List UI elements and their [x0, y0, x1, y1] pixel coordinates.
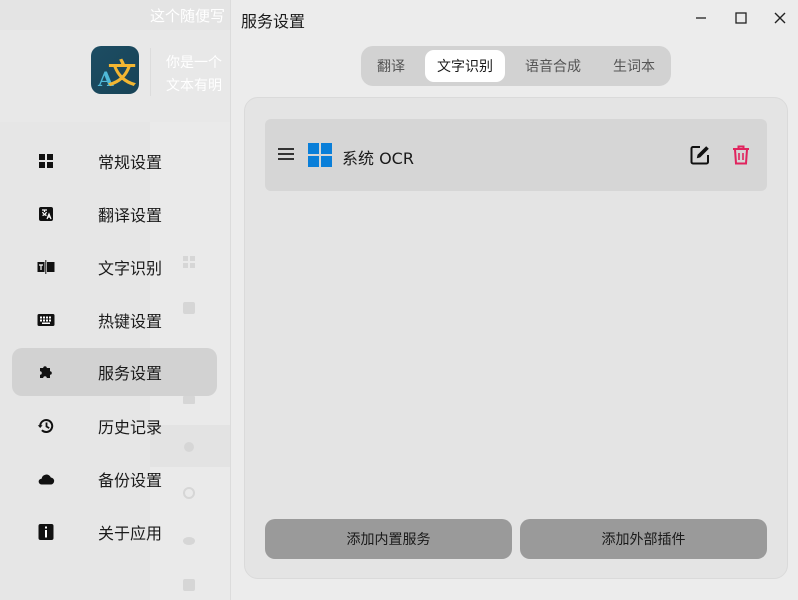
- windows-logo-icon: [308, 143, 332, 167]
- puzzle-icon: [37, 363, 55, 381]
- app-logo-character: 文: [108, 57, 137, 90]
- settings-window: 服务设置 翻译 文字识别 语音合成 生词本 系统 OCR 添加内置服务 添加外部…: [230, 0, 798, 600]
- add-builtin-service-button[interactable]: 添加内置服务: [265, 519, 512, 559]
- drag-handle-icon[interactable]: [278, 148, 294, 160]
- grid-icon: [37, 152, 55, 170]
- trash-icon: [733, 145, 749, 165]
- background-divider: [150, 48, 151, 96]
- sidebar-item-translate[interactable]: 翻译设置: [12, 187, 217, 240]
- app-logo: A 文: [91, 46, 139, 94]
- background-description: 你是一个 文本有明: [166, 52, 222, 98]
- sidebar-item-backup[interactable]: 备份设置: [12, 452, 217, 505]
- history-icon: [37, 417, 55, 435]
- sidebar-item-general[interactable]: 常规设置: [12, 134, 217, 187]
- sidebar-nav: 常规设置 翻译设置 文字识别 热键设置 服务设置 历史记录 备份设置 关于应用: [12, 134, 217, 558]
- sidebar-item-about[interactable]: 关于应用: [12, 505, 217, 558]
- background-info-icon: [183, 579, 195, 591]
- sidebar-item-hotkeys[interactable]: 热键设置: [12, 293, 217, 346]
- sidebar-item-label: 历史记录: [98, 417, 163, 437]
- minimize-icon: [696, 17, 706, 19]
- info-icon: [37, 523, 55, 541]
- sidebar-item-label: 常规设置: [98, 152, 163, 172]
- sidebar-item-label: 热键设置: [98, 311, 163, 331]
- keyboard-icon: [37, 311, 55, 329]
- close-icon: [774, 12, 786, 24]
- sidebar-item-label: 备份设置: [98, 470, 163, 490]
- edit-icon: [690, 146, 709, 165]
- sidebar-item-ocr[interactable]: 文字识别: [12, 240, 217, 293]
- service-list-panel: 系统 OCR 添加内置服务 添加外部插件: [244, 97, 788, 579]
- sidebar-item-label: 文字识别: [98, 258, 163, 278]
- cloud-icon: [37, 470, 55, 488]
- service-name: 系统 OCR: [342, 149, 414, 168]
- add-external-plugin-button[interactable]: 添加外部插件: [520, 519, 767, 559]
- sidebar-item-services[interactable]: 服务设置: [12, 348, 217, 396]
- ocr-icon: [37, 258, 55, 276]
- background-window-title: 这个随便写: [150, 7, 226, 25]
- window-title: 服务设置: [241, 12, 306, 31]
- background-description-line2: 文本有明: [166, 78, 222, 94]
- sidebar-item-history[interactable]: 历史记录: [12, 399, 217, 452]
- service-item[interactable]: 系统 OCR: [265, 119, 767, 191]
- sidebar-item-label: 关于应用: [98, 523, 163, 543]
- background-description-line1: 你是一个: [166, 55, 222, 71]
- maximize-icon: [735, 12, 747, 24]
- titlebar: 服务设置: [231, 0, 798, 36]
- translate-icon: [37, 205, 55, 223]
- sidebar-item-label: 翻译设置: [98, 205, 163, 225]
- tab-ocr[interactable]: 文字识别: [425, 50, 505, 82]
- close-button[interactable]: [765, 6, 795, 30]
- tab-translate[interactable]: 翻译: [367, 50, 415, 82]
- edit-service-button[interactable]: [688, 143, 712, 167]
- service-tabs: 翻译 文字识别 语音合成 生词本: [361, 46, 671, 86]
- minimize-button[interactable]: [686, 6, 716, 30]
- maximize-button[interactable]: [726, 6, 756, 30]
- sidebar-item-label: 服务设置: [98, 364, 163, 383]
- tab-vocabulary[interactable]: 生词本: [601, 50, 667, 82]
- tab-tts[interactable]: 语音合成: [513, 50, 593, 82]
- delete-service-button[interactable]: [729, 143, 753, 167]
